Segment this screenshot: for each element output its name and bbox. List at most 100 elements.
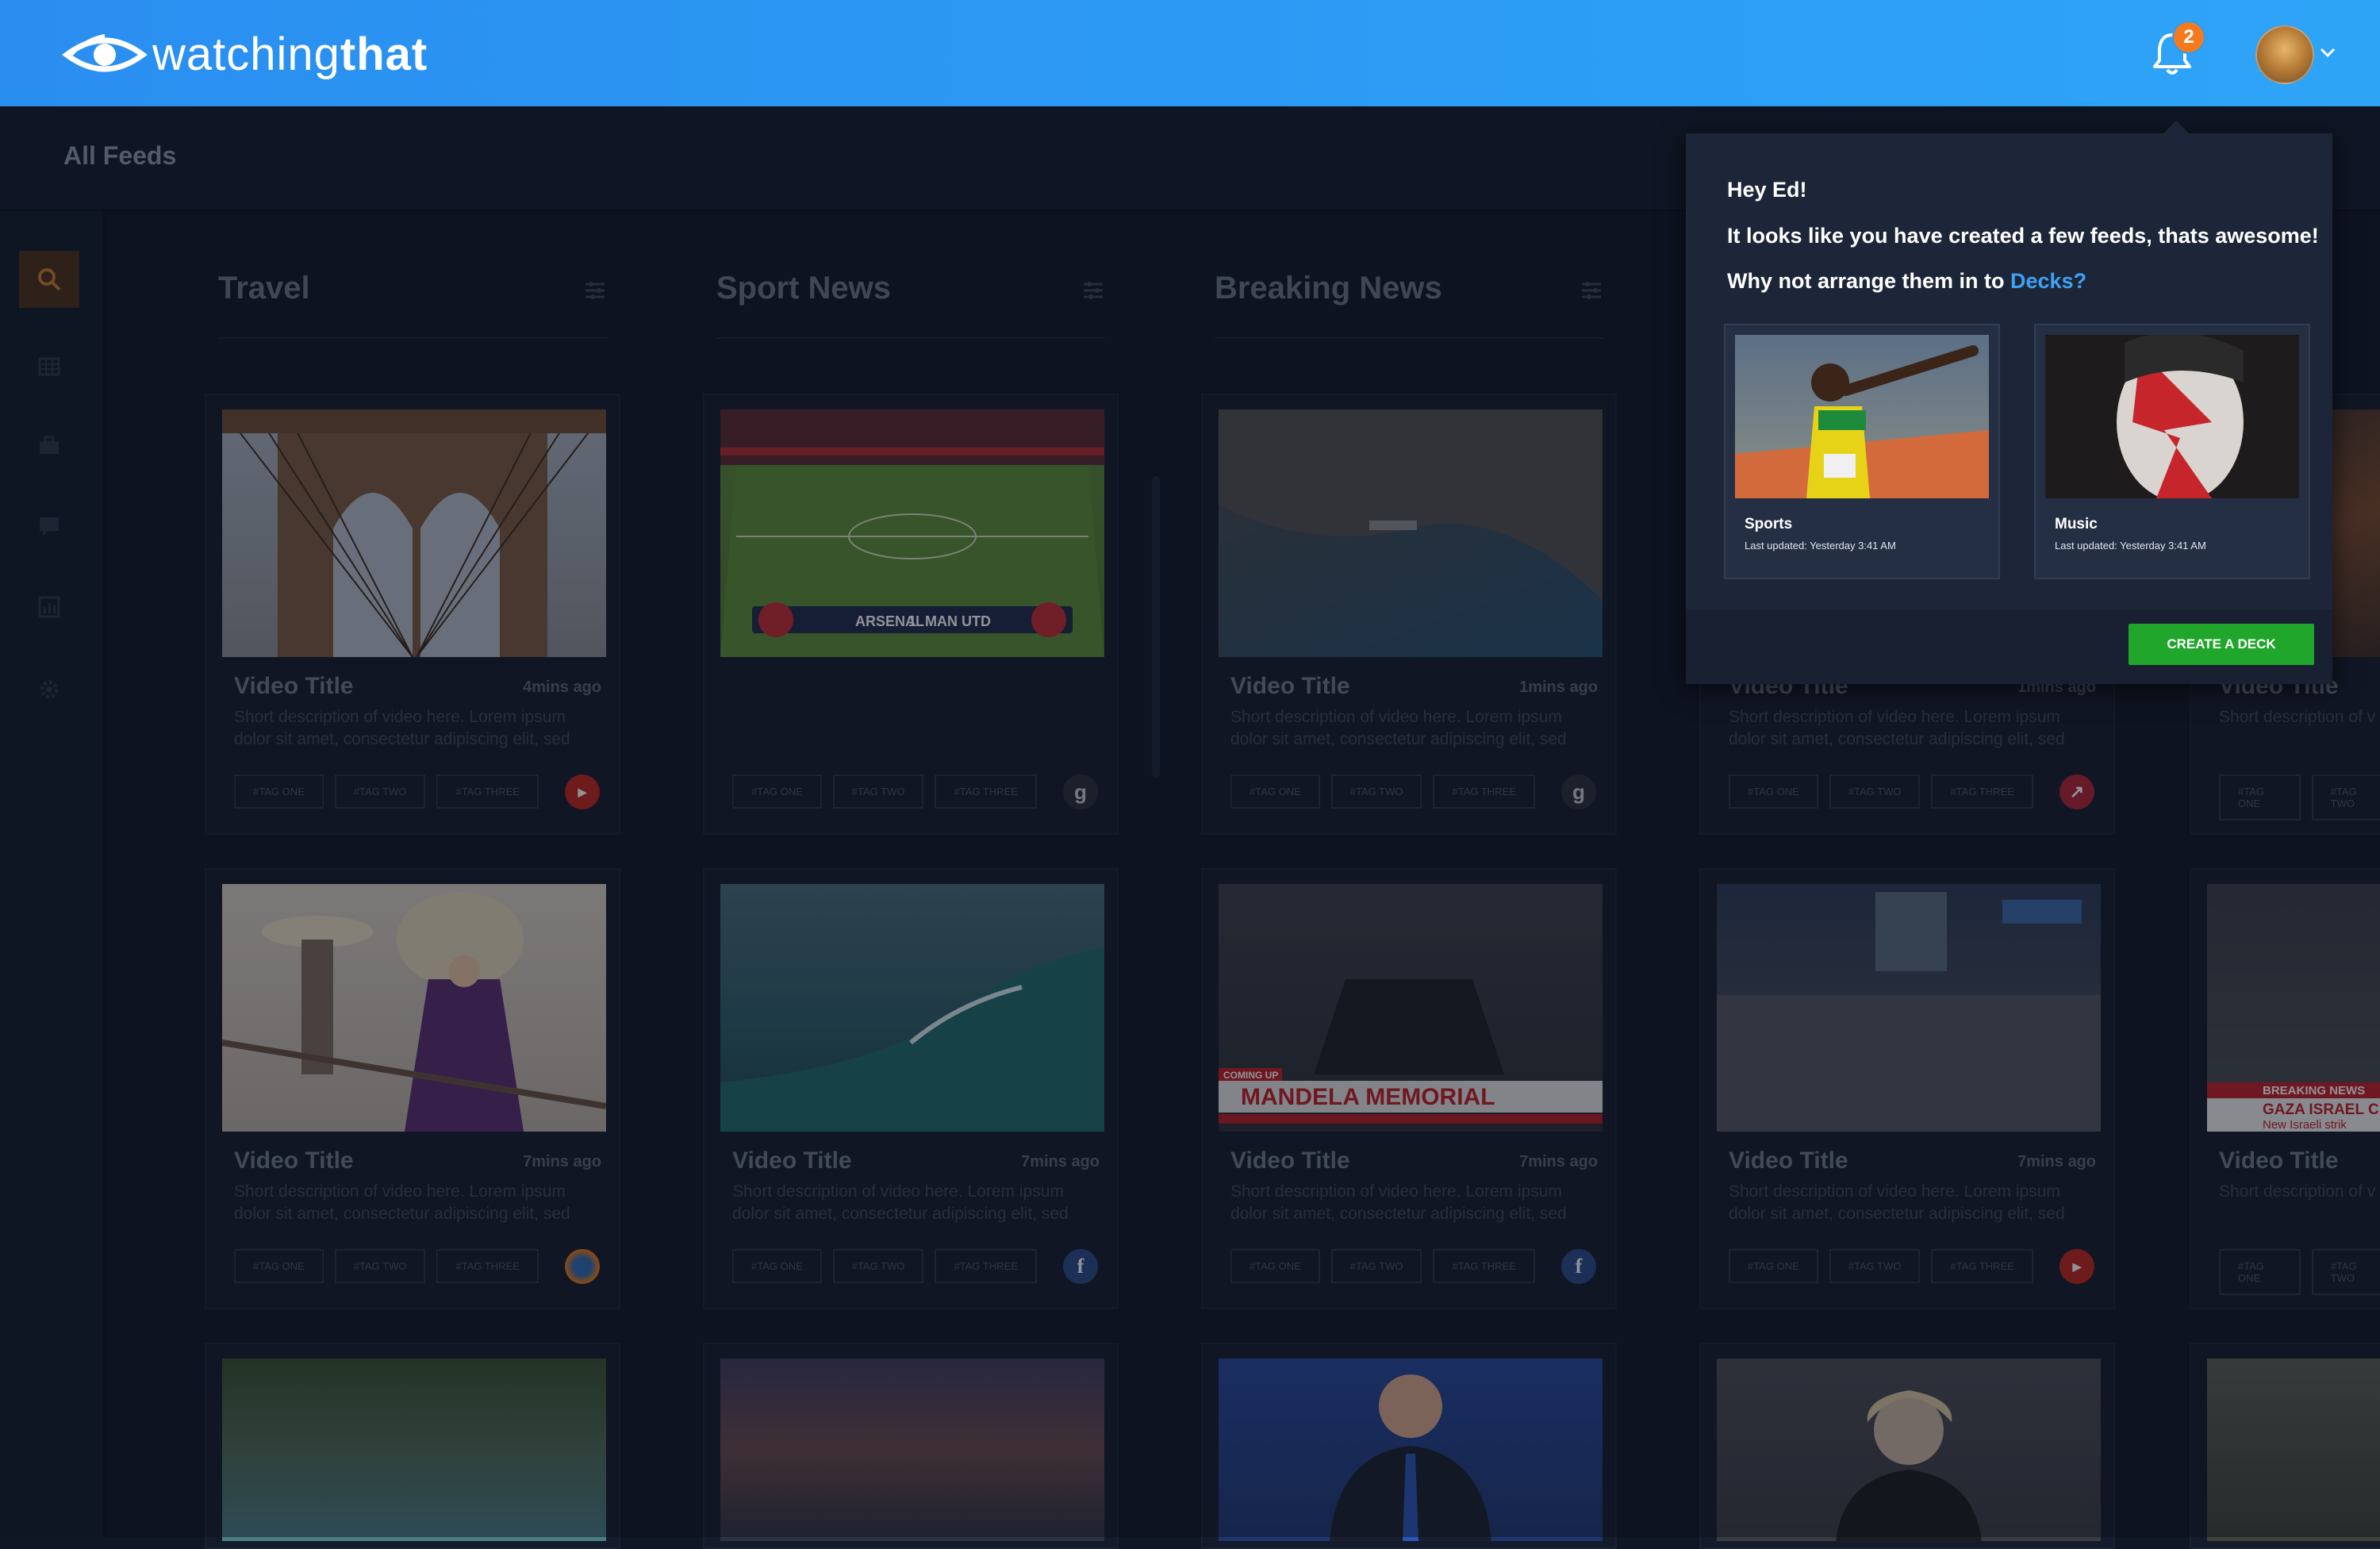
video-card[interactable]: COMING UP MANDELA MEMORIAL Video Title 7… [1201, 868, 1617, 1309]
video-thumbnail[interactable] [1717, 1359, 2101, 1541]
tag-chip[interactable]: #TAG ONE [234, 774, 324, 809]
video-title[interactable]: Video Title [1230, 673, 1350, 700]
video-card[interactable]: Video Title 7mins ago Short description … [205, 868, 620, 1309]
tag-chip[interactable]: #TAG ONE [732, 1249, 822, 1283]
facebook-icon[interactable]: f [1561, 1249, 1596, 1284]
video-thumbnail[interactable] [1717, 884, 2101, 1132]
firefox-icon[interactable] [565, 1249, 600, 1284]
tag-chip[interactable]: #TAG TWO [1330, 1249, 1422, 1283]
decks-link[interactable]: Decks? [2010, 269, 2086, 293]
video-card[interactable]: Video Title 7mins ago Short description … [703, 868, 1119, 1309]
filter-icon[interactable] [1580, 279, 1603, 302]
tag-chip[interactable]: #TAG ONE [1230, 774, 1320, 809]
tag-chip[interactable]: #TAG ONE [2219, 774, 2301, 821]
video-thumbnail[interactable] [222, 409, 606, 657]
tag-chip[interactable]: #TAG THREE [935, 774, 1037, 809]
trending-icon[interactable]: ↗ [2059, 774, 2094, 809]
column-scrollbar[interactable] [1152, 476, 1160, 778]
sidebar-item-search[interactable] [19, 251, 79, 308]
video-card[interactable] [1699, 1343, 2115, 1549]
tag-chip[interactable]: #TAG TWO [832, 1249, 924, 1283]
video-title[interactable]: Video Title [1230, 1147, 1350, 1174]
tag-chip[interactable]: #TAG THREE [436, 1249, 539, 1283]
app-logo[interactable]: watching that [62, 22, 428, 86]
sprinter-image [1735, 345, 1989, 498]
g-source-icon[interactable]: g [1063, 774, 1098, 809]
deck-card-sports[interactable]: Sports Last updated: Yesterday 3:41 AM [1724, 324, 2000, 579]
video-title[interactable]: Video Title [732, 1147, 852, 1174]
video-thumbnail[interactable] [222, 884, 606, 1132]
sidebar-item-stats[interactable] [19, 578, 79, 636]
video-timestamp: 7mins ago [2017, 1153, 2096, 1170]
filter-icon[interactable] [583, 279, 607, 302]
video-card[interactable]: Video Title 7mins ago Short description … [1699, 868, 2115, 1309]
tag-chip[interactable]: #TAG TWO [1330, 774, 1422, 809]
g-source-icon[interactable]: g [1561, 774, 1596, 809]
video-title[interactable]: Video Title [1729, 1147, 1848, 1174]
sidebar-item-briefcase[interactable] [19, 417, 79, 475]
video-thumbnail[interactable] [720, 1359, 1104, 1541]
politician-image [1836, 1390, 1982, 1541]
tag-chip[interactable]: #TAG ONE [1230, 1249, 1320, 1283]
video-card[interactable]: BREAKING NEWS GAZA ISRAEL C New Israeli … [2190, 868, 2380, 1309]
youtube-icon[interactable]: ▶ [565, 774, 600, 809]
video-title[interactable]: Video Title [2219, 1147, 2339, 1174]
video-thumbnail[interactable]: COMING UP MANDELA MEMORIAL [1219, 884, 1603, 1132]
deck-thumbnail [2045, 335, 2299, 498]
tag-chip[interactable]: #TAG THREE [1433, 774, 1535, 809]
video-description: Short description of v [2219, 1182, 2376, 1201]
video-title[interactable]: Video Title [234, 1147, 354, 1174]
tag-chip[interactable]: #TAG ONE [2219, 1249, 2301, 1295]
tag-chip[interactable]: #TAG THREE [436, 774, 539, 809]
popup-prompt: Why not arrange them in to Decks? [1727, 269, 2086, 294]
tag-chip[interactable]: #TAG ONE [234, 1249, 324, 1283]
deck-updated: Last updated: Yesterday 3:41 AM [1745, 540, 1896, 552]
video-thumbnail[interactable] [2207, 1359, 2380, 1541]
chevron-down-icon[interactable] [2317, 41, 2339, 63]
sidebar-item-chat[interactable] [19, 497, 79, 554]
video-card[interactable]: Video Title 1mins ago Short description … [1201, 394, 1617, 835]
video-thumbnail[interactable]: BREAKING NEWS GAZA ISRAEL C New Israeli … [2207, 884, 2380, 1132]
tag-chip[interactable]: #TAG THREE [1433, 1249, 1535, 1283]
video-thumbnail[interactable] [720, 884, 1104, 1132]
deck-card-music[interactable]: Music Last updated: Yesterday 3:41 AM [2034, 324, 2310, 579]
video-thumbnail[interactable]: ARSENAL 1 MAN UTD [720, 409, 1104, 657]
tag-chip[interactable]: #TAG TWO [2311, 774, 2380, 821]
filter-icon[interactable] [1081, 279, 1105, 302]
avatar[interactable] [2255, 25, 2314, 84]
tag-chip[interactable]: #TAG TWO [334, 1249, 426, 1283]
tag-chip[interactable]: #TAG ONE [1729, 774, 1818, 809]
tag-chip[interactable]: #TAG THREE [1931, 774, 2033, 809]
video-thumbnail[interactable] [1219, 409, 1603, 657]
sidebar-item-settings[interactable] [19, 661, 79, 718]
facebook-icon[interactable]: f [1063, 1249, 1098, 1284]
tag-chip[interactable]: #TAG THREE [935, 1249, 1037, 1283]
video-thumbnail[interactable] [1219, 1359, 1603, 1541]
video-card[interactable] [205, 1343, 620, 1549]
overlay-small-text: COMING UP [1223, 1070, 1278, 1081]
create-deck-button[interactable]: CREATE A DECK [2129, 624, 2314, 665]
video-card[interactable] [2190, 1343, 2380, 1549]
tag-chip[interactable]: #TAG TWO [1829, 774, 1921, 809]
tag-chip[interactable]: #TAG ONE [1729, 1249, 1818, 1283]
youtube-icon[interactable]: ▶ [2059, 1249, 2094, 1284]
video-title[interactable]: Video Title [234, 673, 354, 700]
sidebar-item-grid[interactable] [19, 338, 79, 395]
tag-chip[interactable]: #TAG TWO [2311, 1249, 2380, 1295]
video-thumbnail[interactable] [222, 1359, 606, 1541]
tag-chip[interactable]: #TAG TWO [832, 774, 924, 809]
video-timestamp: 7mins ago [523, 1153, 601, 1170]
feed-column-header: Sport News [716, 266, 1105, 339]
tag-chip[interactable]: #TAG THREE [1931, 1249, 2033, 1283]
video-card[interactable]: ARSENAL 1 MAN UTD #TAG ONE #TAG TWO #TAG… [703, 394, 1119, 835]
tag-chip[interactable]: #TAG TWO [334, 774, 426, 809]
tag-chip[interactable]: #TAG TWO [1829, 1249, 1921, 1283]
popup-prompt-text: Why not arrange them in to [1727, 269, 2005, 293]
tag-chip[interactable]: #TAG ONE [732, 774, 822, 809]
video-card[interactable] [703, 1343, 1119, 1549]
video-card[interactable]: Video Title 4mins ago Short description … [205, 394, 620, 835]
gear-icon [40, 680, 59, 699]
video-description: Short description of video here. Lorem i… [1230, 708, 1567, 748]
video-card[interactable] [1201, 1343, 1617, 1549]
notification-badge[interactable]: 2 [2172, 21, 2205, 54]
